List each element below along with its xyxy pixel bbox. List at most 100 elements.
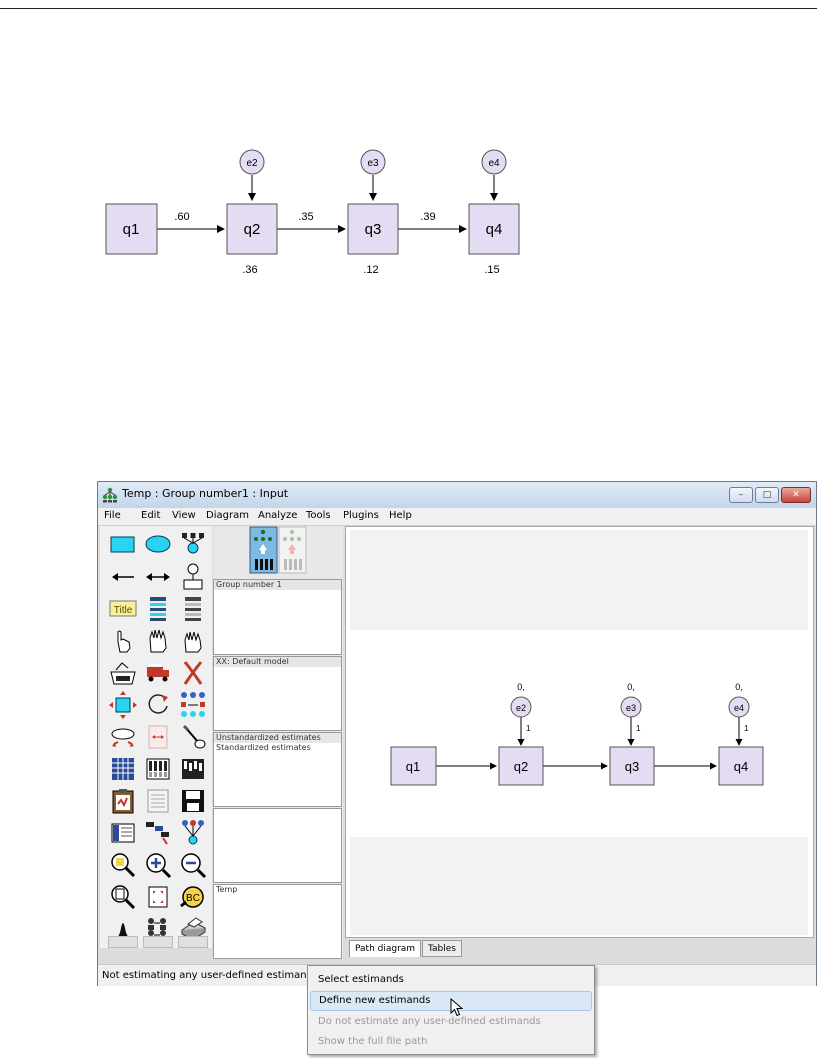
toolbox-scroll-1[interactable] <box>108 936 138 948</box>
input-e3-loading: 1 <box>636 724 641 733</box>
toolbox-scroll-2[interactable] <box>143 936 173 948</box>
error-e2-label: e2 <box>246 158 258 169</box>
file-item[interactable]: Temp <box>214 885 341 895</box>
save-icon[interactable] <box>178 786 208 816</box>
rectangle-icon[interactable] <box>108 530 138 560</box>
menu-edit[interactable]: Edit <box>141 510 160 521</box>
input-node-q2-label: q2 <box>514 759 528 774</box>
groups-pane: Group number 1 <box>213 579 342 655</box>
node-q4-label: q4 <box>486 221 503 238</box>
menu-view[interactable]: View <box>172 510 196 521</box>
page-icon[interactable] <box>108 882 138 912</box>
node-q2-label: q2 <box>244 221 261 238</box>
error-e4-label: e4 <box>488 158 500 169</box>
input-e2-loading: 1 <box>526 724 531 733</box>
input-e2-mean: 0, <box>517 682 525 692</box>
single-arrow-icon[interactable] <box>108 562 138 592</box>
drag-properties-icon[interactable] <box>143 818 173 848</box>
window-titlebar[interactable]: Temp : Group number1 : Input – □ ✕ <box>98 482 816 508</box>
data-files-icon[interactable] <box>108 754 138 784</box>
menu-file[interactable]: File <box>104 510 121 521</box>
double-arrow-icon[interactable] <box>143 562 173 592</box>
model-item[interactable]: XX: Default model <box>214 657 341 667</box>
view-toggle <box>249 526 307 574</box>
title-icon[interactable]: Title <box>108 594 138 624</box>
estimates-standardized[interactable]: Standardized estimates <box>214 743 341 753</box>
rotate-icon[interactable] <box>143 690 173 720</box>
preserve-symmetries-icon[interactable] <box>178 818 208 848</box>
menu-diagram[interactable]: Diagram <box>206 510 249 521</box>
input-error-e3-label: e3 <box>626 703 636 713</box>
models-pane: XX: Default model <box>213 656 342 731</box>
deselect-icon[interactable] <box>178 626 208 656</box>
calculate-estimates-icon[interactable] <box>178 754 208 784</box>
estimates-pane: Unstandardized estimates Standardized es… <box>213 732 342 807</box>
scroll-icon[interactable] <box>143 722 173 752</box>
model-panes: Group number 1 XX: Default model Unstand… <box>213 526 343 959</box>
menu-plugins[interactable]: Plugins <box>343 510 379 521</box>
clipboard-icon[interactable] <box>108 786 138 816</box>
file-pane: Temp <box>213 884 342 959</box>
parameter-move-icon[interactable] <box>108 722 138 752</box>
close-button[interactable]: ✕ <box>781 487 811 503</box>
touch-up-icon[interactable] <box>178 722 208 752</box>
svg-text:BC: BC <box>186 893 200 904</box>
erase-icon[interactable] <box>178 658 208 688</box>
svg-text:Title: Title <box>114 605 133 616</box>
loupe-icon[interactable]: BC <box>178 882 208 912</box>
coef-q3-q4: .39 <box>420 211 435 223</box>
path-diagram-canvas[interactable]: q1 q2 q3 q4 e2 e3 e4 0, 0, 0, 1 1 1 <box>345 526 814 938</box>
input-e4-mean: 0, <box>735 682 743 692</box>
input-node-q3-label: q3 <box>625 759 639 774</box>
node-q3-label: q3 <box>365 221 382 238</box>
input-error-e4-label: e4 <box>734 703 744 713</box>
list-variables-icon[interactable] <box>143 594 173 624</box>
amos-app-icon <box>102 487 118 503</box>
tab-tables[interactable]: Tables <box>422 940 462 957</box>
duplicate-icon[interactable] <box>108 658 138 688</box>
standardized-path-diagram: q1 q2 q3 q4 e2 e3 e4 .60 .35 .39 .36 .12… <box>105 149 520 276</box>
r2-q2: .36 <box>242 264 257 276</box>
maximize-button[interactable]: □ <box>755 487 779 503</box>
input-node-q4-label: q4 <box>734 759 748 774</box>
input-e3-mean: 0, <box>627 682 635 692</box>
menu-tools[interactable]: Tools <box>306 510 331 521</box>
zoom-in-icon[interactable] <box>143 850 173 880</box>
estimates-unstandardized[interactable]: Unstandardized estimates <box>214 733 341 743</box>
input-e4-loading: 1 <box>744 724 749 733</box>
text-output-icon[interactable] <box>143 786 173 816</box>
error-e3-label: e3 <box>367 158 379 169</box>
object-properties-icon[interactable] <box>108 818 138 848</box>
menu-item-show-full-file-path[interactable]: Show the full file path <box>310 1032 592 1052</box>
menu-help[interactable]: Help <box>389 510 412 521</box>
zoom-out-icon[interactable] <box>178 850 208 880</box>
zoom-select-icon[interactable] <box>108 850 138 880</box>
select-one-icon[interactable] <box>108 626 138 656</box>
ellipse-icon[interactable] <box>143 530 173 560</box>
reflect-icon[interactable] <box>178 690 208 720</box>
menu-bar: File Edit View Diagram Analyze Tools Plu… <box>98 508 816 526</box>
select-all-icon[interactable] <box>143 626 173 656</box>
unique-variable-icon[interactable] <box>178 562 208 592</box>
node-q1-label: q1 <box>123 221 140 238</box>
minimize-button[interactable]: – <box>729 487 753 503</box>
analysis-properties-icon[interactable] <box>143 754 173 784</box>
menu-item-select-estimands[interactable]: Select estimands <box>310 970 592 990</box>
amos-window: Temp : Group number1 : Input – □ ✕ File … <box>97 481 817 986</box>
mouse-cursor-icon <box>450 998 464 1017</box>
coef-q1-q2: .60 <box>174 211 189 223</box>
status-text: Not estimating any user-defined estimand… <box>102 970 317 981</box>
tab-path-diagram[interactable]: Path diagram <box>349 940 422 957</box>
r2-q3: .12 <box>363 264 378 276</box>
window-title: Temp : Group number1 : Input <box>122 487 289 500</box>
fit-page-icon[interactable] <box>143 882 173 912</box>
input-error-e2-label: e2 <box>516 703 526 713</box>
list-data-icon[interactable] <box>178 594 208 624</box>
indicator-icon[interactable] <box>178 530 208 560</box>
toolbox-scroll-3[interactable] <box>178 936 208 948</box>
move-icon[interactable] <box>143 658 173 688</box>
group-item[interactable]: Group number 1 <box>214 580 341 590</box>
menu-analyze[interactable]: Analyze <box>258 510 297 521</box>
coef-q2-q3: .35 <box>298 211 313 223</box>
shape-change-icon[interactable] <box>108 690 138 720</box>
